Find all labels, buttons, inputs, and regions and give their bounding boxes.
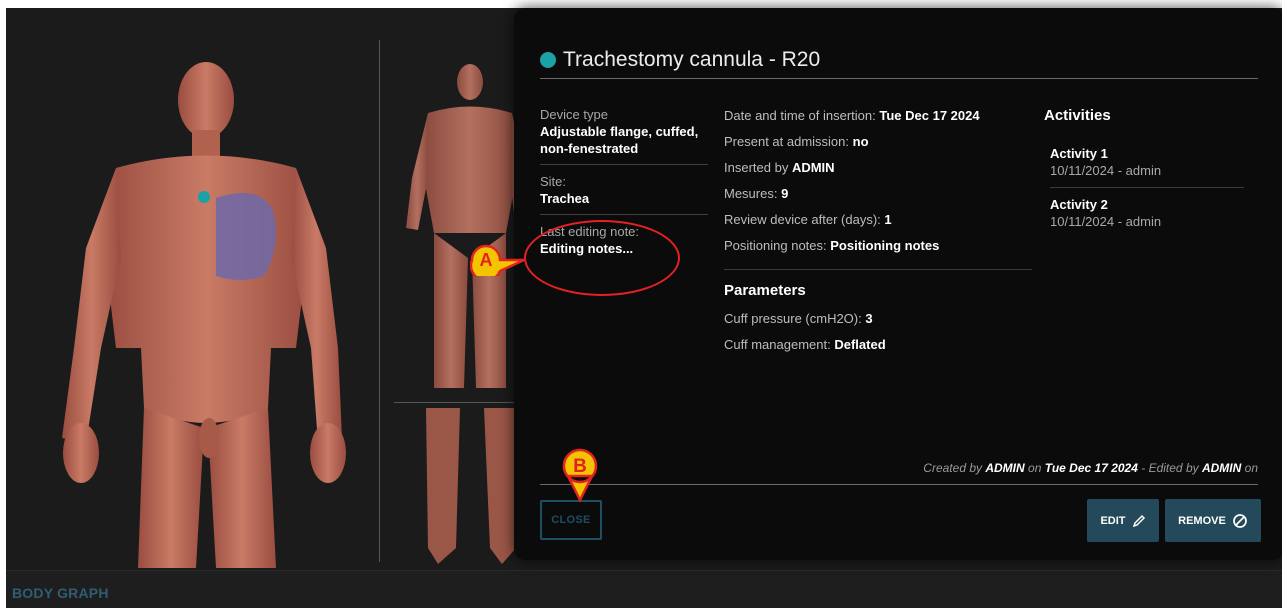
- inserted-by-label: Inserted by: [724, 160, 789, 175]
- close-button[interactable]: CLOSE: [540, 500, 602, 540]
- cuff-management-value: Deflated: [834, 337, 886, 352]
- activity-item[interactable]: Activity 1 10/11/2024 - admin: [1044, 145, 1244, 179]
- cuff-pressure-value: 3: [865, 311, 873, 326]
- review-label: Review device after (days):: [724, 212, 881, 227]
- insertion-date-row: Date and time of insertion: Tue Dec 17 2…: [724, 107, 1032, 133]
- title-divider: [540, 78, 1258, 79]
- edit-button-label: EDIT: [1100, 514, 1126, 527]
- site-value: Trachea: [540, 191, 590, 206]
- audit-info: Created by ADMIN on Tue Dec 17 2024 - Ed…: [923, 461, 1258, 475]
- activity-date: 10/11/2024 - admin: [1050, 214, 1162, 229]
- annotation-a-text: A: [480, 250, 493, 270]
- device-type-label: Device type: [540, 107, 608, 122]
- created-by-user: ADMIN: [985, 461, 1025, 475]
- device-type-value: Adjustable flange, cuffed, non-fenestrat…: [540, 124, 699, 156]
- edit-button[interactable]: EDIT: [1087, 499, 1159, 542]
- remove-button[interactable]: REMOVE: [1165, 499, 1261, 542]
- front-body-figure[interactable]: [46, 48, 346, 568]
- activity-date: 10/11/2024 - admin: [1050, 163, 1162, 178]
- admission-label: Present at admission:: [724, 134, 850, 149]
- body-graph-footer: BODY GRAPH: [6, 570, 1282, 608]
- view-divider-horizontal: [394, 402, 524, 403]
- positioning-value: Positioning notes: [830, 238, 940, 253]
- activity-name: Activity 1: [1050, 146, 1108, 161]
- pencil-icon: [1132, 514, 1145, 527]
- edited-by-user: ADMIN: [1201, 461, 1242, 475]
- inserted-by-value: ADMIN: [791, 160, 835, 175]
- status-dot-icon: [540, 52, 556, 68]
- mesures-row: Mesures: 9: [724, 185, 1032, 211]
- parameters-title: Parameters: [724, 282, 806, 299]
- annotation-b-text: B: [573, 456, 587, 477]
- body-graph-label: BODY GRAPH: [12, 585, 109, 601]
- cuff-management-row: Cuff management: Deflated: [724, 336, 1032, 362]
- divider: [540, 214, 708, 215]
- back-body-figure[interactable]: [398, 58, 528, 398]
- cuff-management-label: Cuff management:: [724, 337, 831, 352]
- insertion-info-column: Date and time of insertion: Tue Dec 17 2…: [724, 107, 1032, 362]
- activity-item[interactable]: Activity 2 10/11/2024 - admin: [1044, 196, 1244, 230]
- view-divider: [379, 40, 380, 562]
- insertion-date-value: Tue Dec 17 2024: [879, 108, 980, 123]
- panel-title: Trachestomy cannula - R20: [563, 48, 821, 71]
- divider: [540, 164, 708, 165]
- edited-by-prefix: - Edited by: [1141, 461, 1199, 475]
- remove-button-label: REMOVE: [1178, 514, 1226, 527]
- cuff-pressure-label: Cuff pressure (cmH2O):: [724, 311, 862, 326]
- annotation-marker-a: A: [470, 244, 525, 276]
- cuff-pressure-row: Cuff pressure (cmH2O): 3: [724, 310, 1032, 336]
- device-marker: [198, 191, 210, 203]
- annotation-ellipse: [524, 220, 680, 296]
- admission-row: Present at admission: no: [724, 133, 1032, 159]
- on-text: on: [1028, 461, 1042, 475]
- divider: [724, 269, 1032, 270]
- mesures-value: 9: [781, 186, 789, 201]
- edited-on-text: on: [1244, 461, 1258, 475]
- inserted-by-row: Inserted by ADMIN: [724, 159, 1032, 185]
- annotation-marker-b: B: [562, 448, 598, 503]
- admission-value: no: [852, 134, 869, 149]
- insertion-date-label: Date and time of insertion:: [724, 108, 876, 123]
- panel-title-row: Trachestomy cannula - R20: [540, 48, 820, 72]
- review-row: Review device after (days): 1: [724, 211, 1032, 237]
- close-button-label: CLOSE: [551, 514, 591, 526]
- activity-name: Activity 2: [1050, 197, 1108, 212]
- positioning-label: Positioning notes:: [724, 238, 827, 253]
- footer-divider: [540, 484, 1258, 485]
- site-label: Site:: [540, 174, 567, 189]
- side-body-figure[interactable]: [418, 408, 528, 568]
- created-date: Tue Dec 17 2024: [1044, 461, 1138, 475]
- activities-column: Activities Activity 1 10/11/2024 - admin…: [1044, 107, 1244, 230]
- mesures-label: Mesures:: [724, 186, 778, 201]
- divider: [1050, 187, 1244, 188]
- cancel-circle-icon: [1232, 513, 1247, 528]
- positioning-row: Positioning notes: Positioning notes: [724, 237, 1032, 263]
- activities-title: Activities: [1044, 107, 1111, 124]
- review-value: 1: [884, 212, 892, 227]
- created-by-prefix: Created by: [923, 461, 982, 475]
